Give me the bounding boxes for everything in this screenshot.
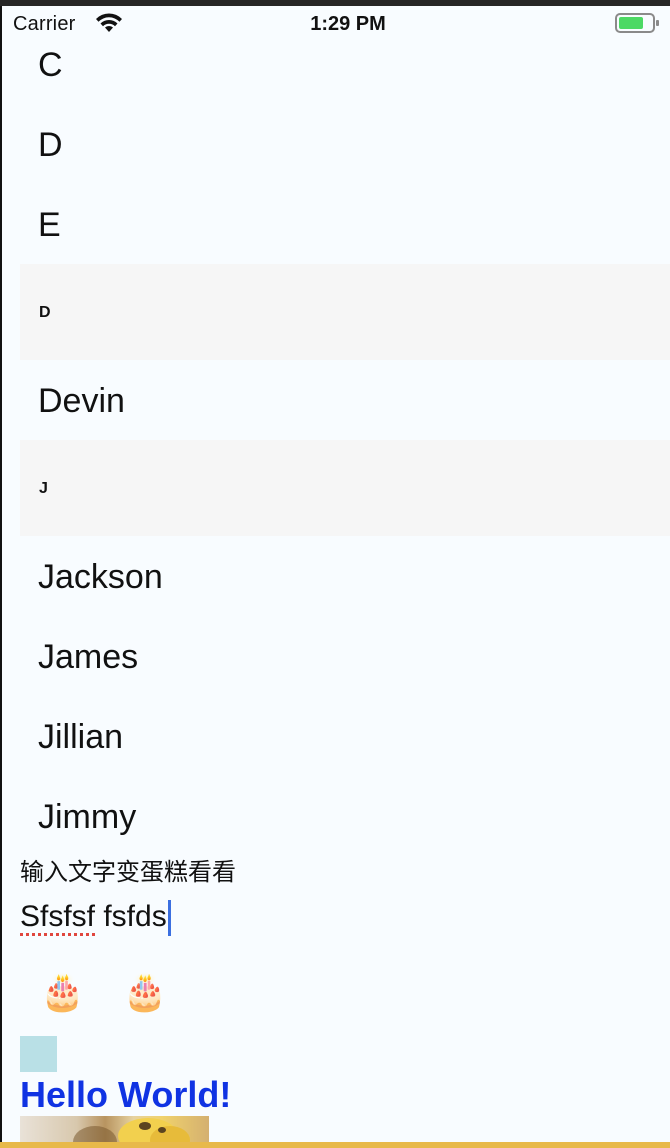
list-item-label: Jillian — [38, 718, 124, 756]
list-item-label: Devin — [38, 382, 125, 420]
banana-image — [20, 1116, 209, 1142]
list-item[interactable]: Jillian — [20, 696, 670, 776]
bottom-edge-bar — [0, 1142, 670, 1148]
cake-text-input[interactable]: Sfsfsf fsfds — [20, 897, 640, 937]
list-item[interactable]: D — [20, 104, 670, 184]
list-item-label: E — [38, 206, 61, 244]
list-item-label: D — [38, 126, 63, 164]
section-header-label: J — [39, 480, 48, 497]
list-item[interactable]: James — [20, 616, 670, 696]
section-header-label: D — [39, 304, 51, 321]
text-caret — [167, 900, 171, 937]
list-item-label: C — [38, 46, 63, 84]
list-item[interactable]: Jackson — [20, 536, 670, 616]
list-item[interactable]: Jimmy — [20, 776, 670, 856]
list-item-label: James — [38, 638, 139, 676]
list-item-label: Jackson — [38, 558, 163, 596]
color-swatch — [20, 1036, 57, 1072]
list-item[interactable]: C — [20, 24, 670, 104]
cake-icon: 🎂 — [122, 971, 182, 1012]
input-text-rest: fsfds — [95, 900, 167, 933]
cake-output: 🎂 🎂 — [40, 971, 182, 1013]
list-item-label: Jimmy — [38, 798, 137, 836]
hello-world-text: Hello World! — [20, 1074, 232, 1115]
cake-icon: 🎂 — [40, 971, 99, 1012]
list-item[interactable]: Devin — [20, 360, 670, 440]
section-header-d: D — [20, 264, 670, 360]
misspelled-word[interactable]: Sfsfsf — [20, 900, 96, 936]
section-header-j: J — [20, 440, 670, 536]
banana-image-art — [73, 1118, 190, 1142]
cake-prompt-label: 输入文字变蛋糕看看 — [20, 859, 236, 886]
list-item[interactable]: E — [20, 184, 670, 264]
contacts-list[interactable]: C D E D Devin J Jackson James Jillian Ji… — [20, 24, 670, 856]
app-screen: Carrier 1:29 PM C D E D Devin J Jackson … — [2, 6, 670, 1142]
